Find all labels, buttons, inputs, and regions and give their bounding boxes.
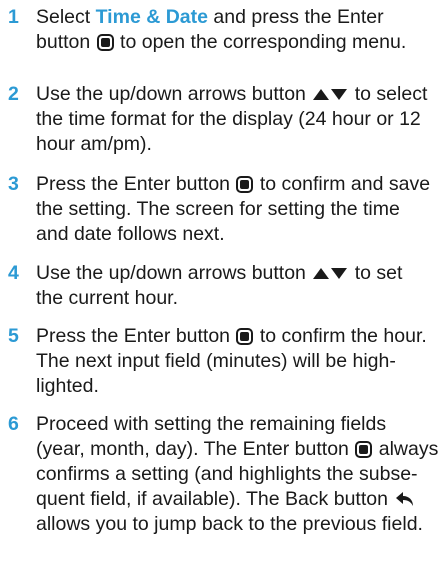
text-segment: (year, month, day). The Enter button	[36, 438, 355, 460]
text-segment: button	[36, 31, 96, 53]
enter-button-icon	[236, 176, 254, 193]
text-segment: always	[373, 438, 439, 460]
step-line: allows you to jump back to the previous …	[36, 513, 423, 535]
step-line: (year, month, day). The Enter button alw…	[36, 437, 439, 462]
step-line: the current hour.	[36, 287, 179, 309]
text-segment: Press the Enter button	[36, 173, 236, 195]
step-text: Use the up/down arrows button to set the…	[36, 261, 436, 311]
back-arrow-icon	[396, 492, 414, 506]
step-text: Proceed with setting the remaining field…	[36, 412, 439, 537]
text-segment: Select	[36, 6, 96, 28]
step-line: lighted.	[36, 375, 99, 397]
step-line: button to open the corresponding menu.	[36, 30, 436, 55]
text-segment: to select	[349, 83, 428, 105]
step-text: Press the Enter button to confirm and sa…	[36, 172, 436, 247]
up-down-arrows-icon	[313, 268, 348, 279]
step-line: confirms a setting (and highlights the s…	[36, 463, 418, 485]
text-segment: Use the up/down arrows button	[36, 262, 312, 284]
menu-name-highlight: Time & Date	[95, 6, 208, 28]
step-number: 6	[8, 413, 19, 435]
up-down-arrows-icon	[313, 89, 348, 100]
step-line: Proceed with setting the remaining field…	[36, 413, 387, 435]
text-segment: to open the corresponding menu.	[114, 31, 407, 53]
step-line: the setting. The screen for setting the …	[36, 198, 400, 220]
text-segment: Press the Enter button	[36, 325, 236, 347]
step-text: Select Time & Date and press the Enter b…	[36, 5, 436, 55]
text-segment: to set	[349, 262, 403, 284]
text-segment: and press the Enter	[207, 6, 384, 28]
enter-button-icon	[355, 441, 373, 458]
step-number: 2	[8, 83, 19, 105]
step-number: 3	[8, 173, 19, 195]
step-text: Use the up/down arrows button to select …	[36, 82, 436, 157]
text-segment: to confirm and save	[254, 173, 431, 195]
step-line: Use the up/down arrows button to set	[36, 261, 436, 286]
step-line: Use the up/down arrows button to select	[36, 82, 436, 107]
step-line: hour am/pm).	[36, 133, 152, 155]
text-segment: to confirm the hour.	[254, 325, 427, 347]
step-line: quent field, if available). The Back but…	[36, 487, 436, 512]
text-segment: quent field, if available). The Back but…	[36, 488, 394, 510]
step-line: The next input field (minutes) will be h…	[36, 350, 396, 372]
step-line: Select Time & Date and press the Enter	[36, 5, 436, 30]
step-text: Press the Enter button to confirm the ho…	[36, 324, 436, 399]
enter-button-icon	[236, 328, 254, 345]
step-number: 4	[8, 262, 19, 284]
step-number: 5	[8, 325, 19, 347]
step-number: 1	[8, 6, 19, 28]
text-segment: Use the up/down arrows button	[36, 83, 312, 105]
step-line: Press the Enter button to confirm the ho…	[36, 324, 436, 349]
enter-button-icon	[96, 34, 114, 51]
step-line: the time format for the display (24 hour…	[36, 108, 421, 130]
step-line: Press the Enter button to confirm and sa…	[36, 172, 436, 197]
step-line: and date follows next.	[36, 223, 225, 245]
